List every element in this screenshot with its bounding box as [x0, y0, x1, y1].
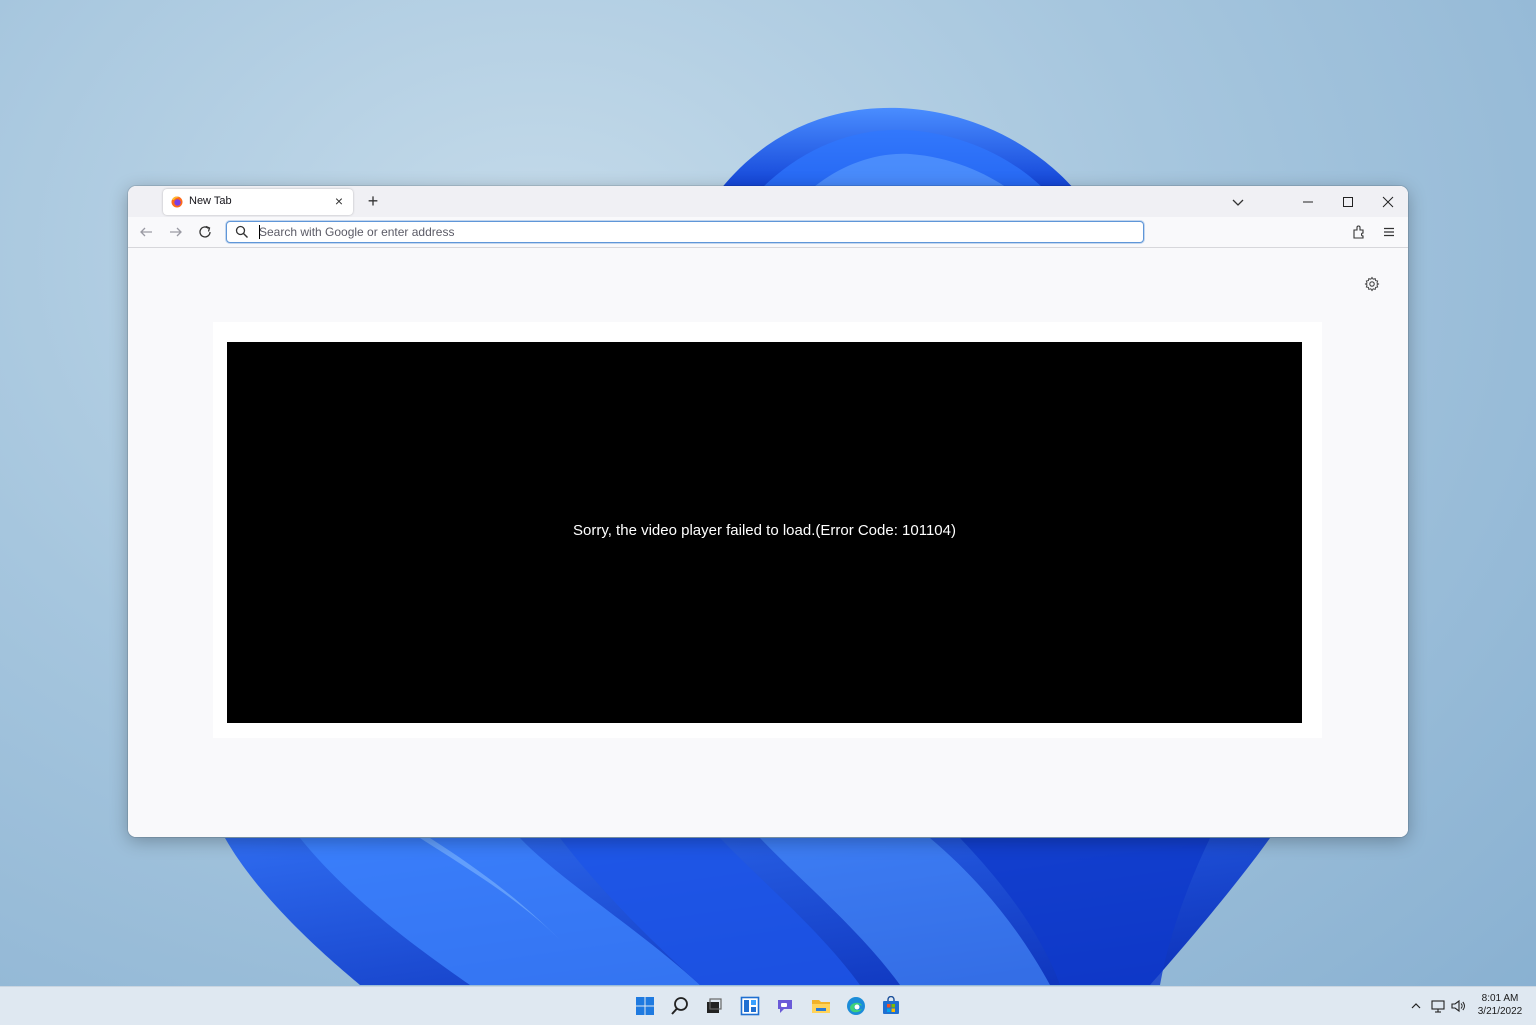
task-view-icon[interactable]: [704, 996, 724, 1016]
widgets-icon[interactable]: [740, 996, 760, 1016]
file-explorer-icon[interactable]: [811, 996, 831, 1016]
store-icon[interactable]: [881, 996, 901, 1016]
maximize-icon[interactable]: [1334, 190, 1362, 214]
video-card: Sorry, the video player failed to load.(…: [213, 322, 1322, 738]
extensions-icon[interactable]: [1351, 224, 1367, 240]
firefox-icon: [171, 196, 183, 208]
edge-icon[interactable]: [846, 996, 866, 1016]
video-error-message: Sorry, the video player failed to load.(…: [573, 522, 956, 539]
tab-bar: New Tab × +: [128, 186, 1408, 217]
teams-chat-icon[interactable]: [775, 996, 795, 1016]
forward-arrow-icon[interactable]: [168, 224, 184, 240]
chevron-up-icon[interactable]: [1408, 998, 1424, 1014]
taskbar: 8:01 AM 3/21/2022: [0, 986, 1536, 1025]
tab-new-tab[interactable]: New Tab ×: [163, 189, 353, 215]
navigation-toolbar: [128, 217, 1408, 248]
page-content: Sorry, the video player failed to load.(…: [128, 248, 1408, 837]
close-icon[interactable]: [1374, 190, 1402, 214]
start-icon[interactable]: [635, 996, 655, 1016]
back-arrow-icon[interactable]: [138, 224, 154, 240]
gear-icon[interactable]: [1364, 276, 1380, 292]
volume-icon[interactable]: [1450, 998, 1466, 1014]
system-clock[interactable]: 8:01 AM 3/21/2022: [1470, 992, 1530, 1018]
clock-time: 8:01 AM: [1481, 993, 1519, 1004]
clock-date: 3/21/2022: [1477, 1006, 1523, 1017]
search-input[interactable]: [259, 224, 1129, 240]
tab-title: New Tab: [189, 195, 232, 207]
search-icon: [235, 225, 248, 238]
new-tab-button[interactable]: +: [364, 191, 382, 213]
chevron-down-icon[interactable]: [1229, 193, 1247, 211]
address-bar[interactable]: [226, 221, 1144, 243]
network-icon[interactable]: [1430, 998, 1446, 1014]
video-player[interactable]: Sorry, the video player failed to load.(…: [227, 342, 1302, 723]
close-tab-icon[interactable]: ×: [331, 193, 347, 209]
text-cursor: [259, 225, 260, 239]
search-icon[interactable]: [670, 996, 690, 1016]
menu-icon[interactable]: [1381, 224, 1397, 240]
reload-icon[interactable]: [197, 224, 213, 240]
minimize-icon[interactable]: [1294, 190, 1322, 214]
browser-window: New Tab × + Search with Google or enter …: [128, 186, 1408, 837]
